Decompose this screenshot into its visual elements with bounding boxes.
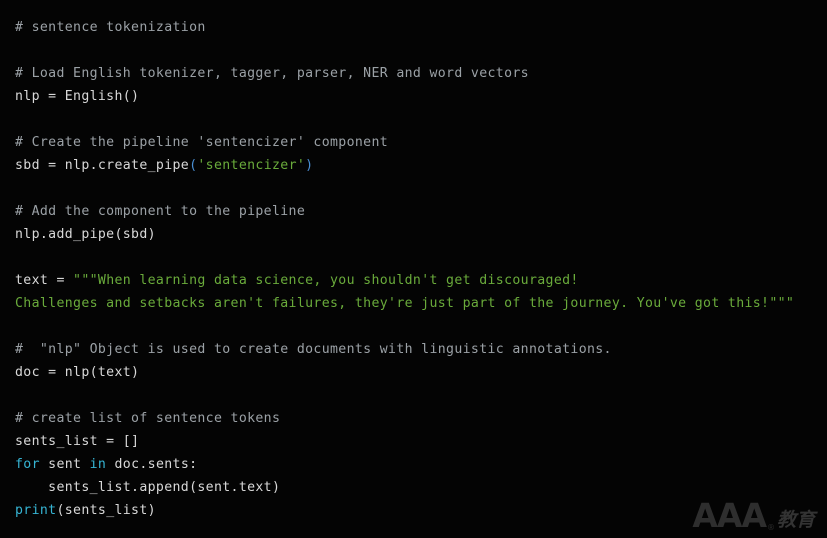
code-statement: nlp = English() <box>15 89 140 104</box>
code-line: # Add the component to the pipeline <box>0 200 827 223</box>
registered-trademark-icon: ® <box>766 523 775 532</box>
code-line: # create list of sentence tokens <box>0 407 827 430</box>
code-line: # Load English tokenizer, tagger, parser… <box>0 62 827 85</box>
code-identifier: sent <box>39 457 90 472</box>
code-statement: text = <box>15 273 74 288</box>
code-line: # Create the pipeline 'sentencizer' comp… <box>0 131 827 154</box>
code-line: sbd = nlp.create_pipe('sentencizer') <box>0 154 827 177</box>
code-statement: nlp.add_pipe(sbd) <box>15 227 156 242</box>
code-identifier: doc.sents: <box>106 457 198 472</box>
code-line: # sentence tokenization <box>0 16 827 39</box>
code-statement: sents_list = [] <box>15 434 140 449</box>
code-line: sents_list.append(sent.text) <box>0 476 827 499</box>
code-editor-pane[interactable]: # sentence tokenization # Load English t… <box>0 0 827 538</box>
code-statement: sents_list.append(sent.text) <box>15 480 281 495</box>
code-line: nlp.add_pipe(sbd) <box>0 223 827 246</box>
code-keyword-for: for <box>15 457 40 472</box>
code-line: for sent in doc.sents: <box>0 453 827 476</box>
code-line: doc = nlp(text) <box>0 361 827 384</box>
code-comment: # create list of sentence tokens <box>15 411 281 426</box>
code-string-literal: 'sentencizer' <box>197 158 306 173</box>
code-comment: # Load English tokenizer, tagger, parser… <box>15 66 529 81</box>
code-line: sents_list = [] <box>0 430 827 453</box>
code-comment: # Add the component to the pipeline <box>15 204 306 219</box>
code-comment: # "nlp" Object is used to create documen… <box>15 342 612 357</box>
code-paren-close: ) <box>305 158 314 173</box>
code-string-literal: Challenges and setbacks aren't failures,… <box>15 296 795 311</box>
code-statement: sbd = nlp.create_pipe <box>15 158 190 173</box>
code-comment: # Create the pipeline 'sentencizer' comp… <box>15 135 389 150</box>
code-statement: (sents_list) <box>56 503 156 518</box>
code-string-literal: """When learning data science, you shoul… <box>73 273 579 288</box>
code-statement: doc = nlp(text) <box>15 365 140 380</box>
code-comment: # sentence tokenization <box>15 20 206 35</box>
code-line: Challenges and setbacks aren't failures,… <box>0 292 827 315</box>
code-line: nlp = English() <box>0 85 827 108</box>
code-keyword-in: in <box>89 457 107 472</box>
code-builtin-print: print <box>15 503 57 518</box>
code-line: # "nlp" Object is used to create documen… <box>0 338 827 361</box>
code-line: print(sents_list) <box>0 499 827 522</box>
code-line: text = """When learning data science, yo… <box>0 269 827 292</box>
